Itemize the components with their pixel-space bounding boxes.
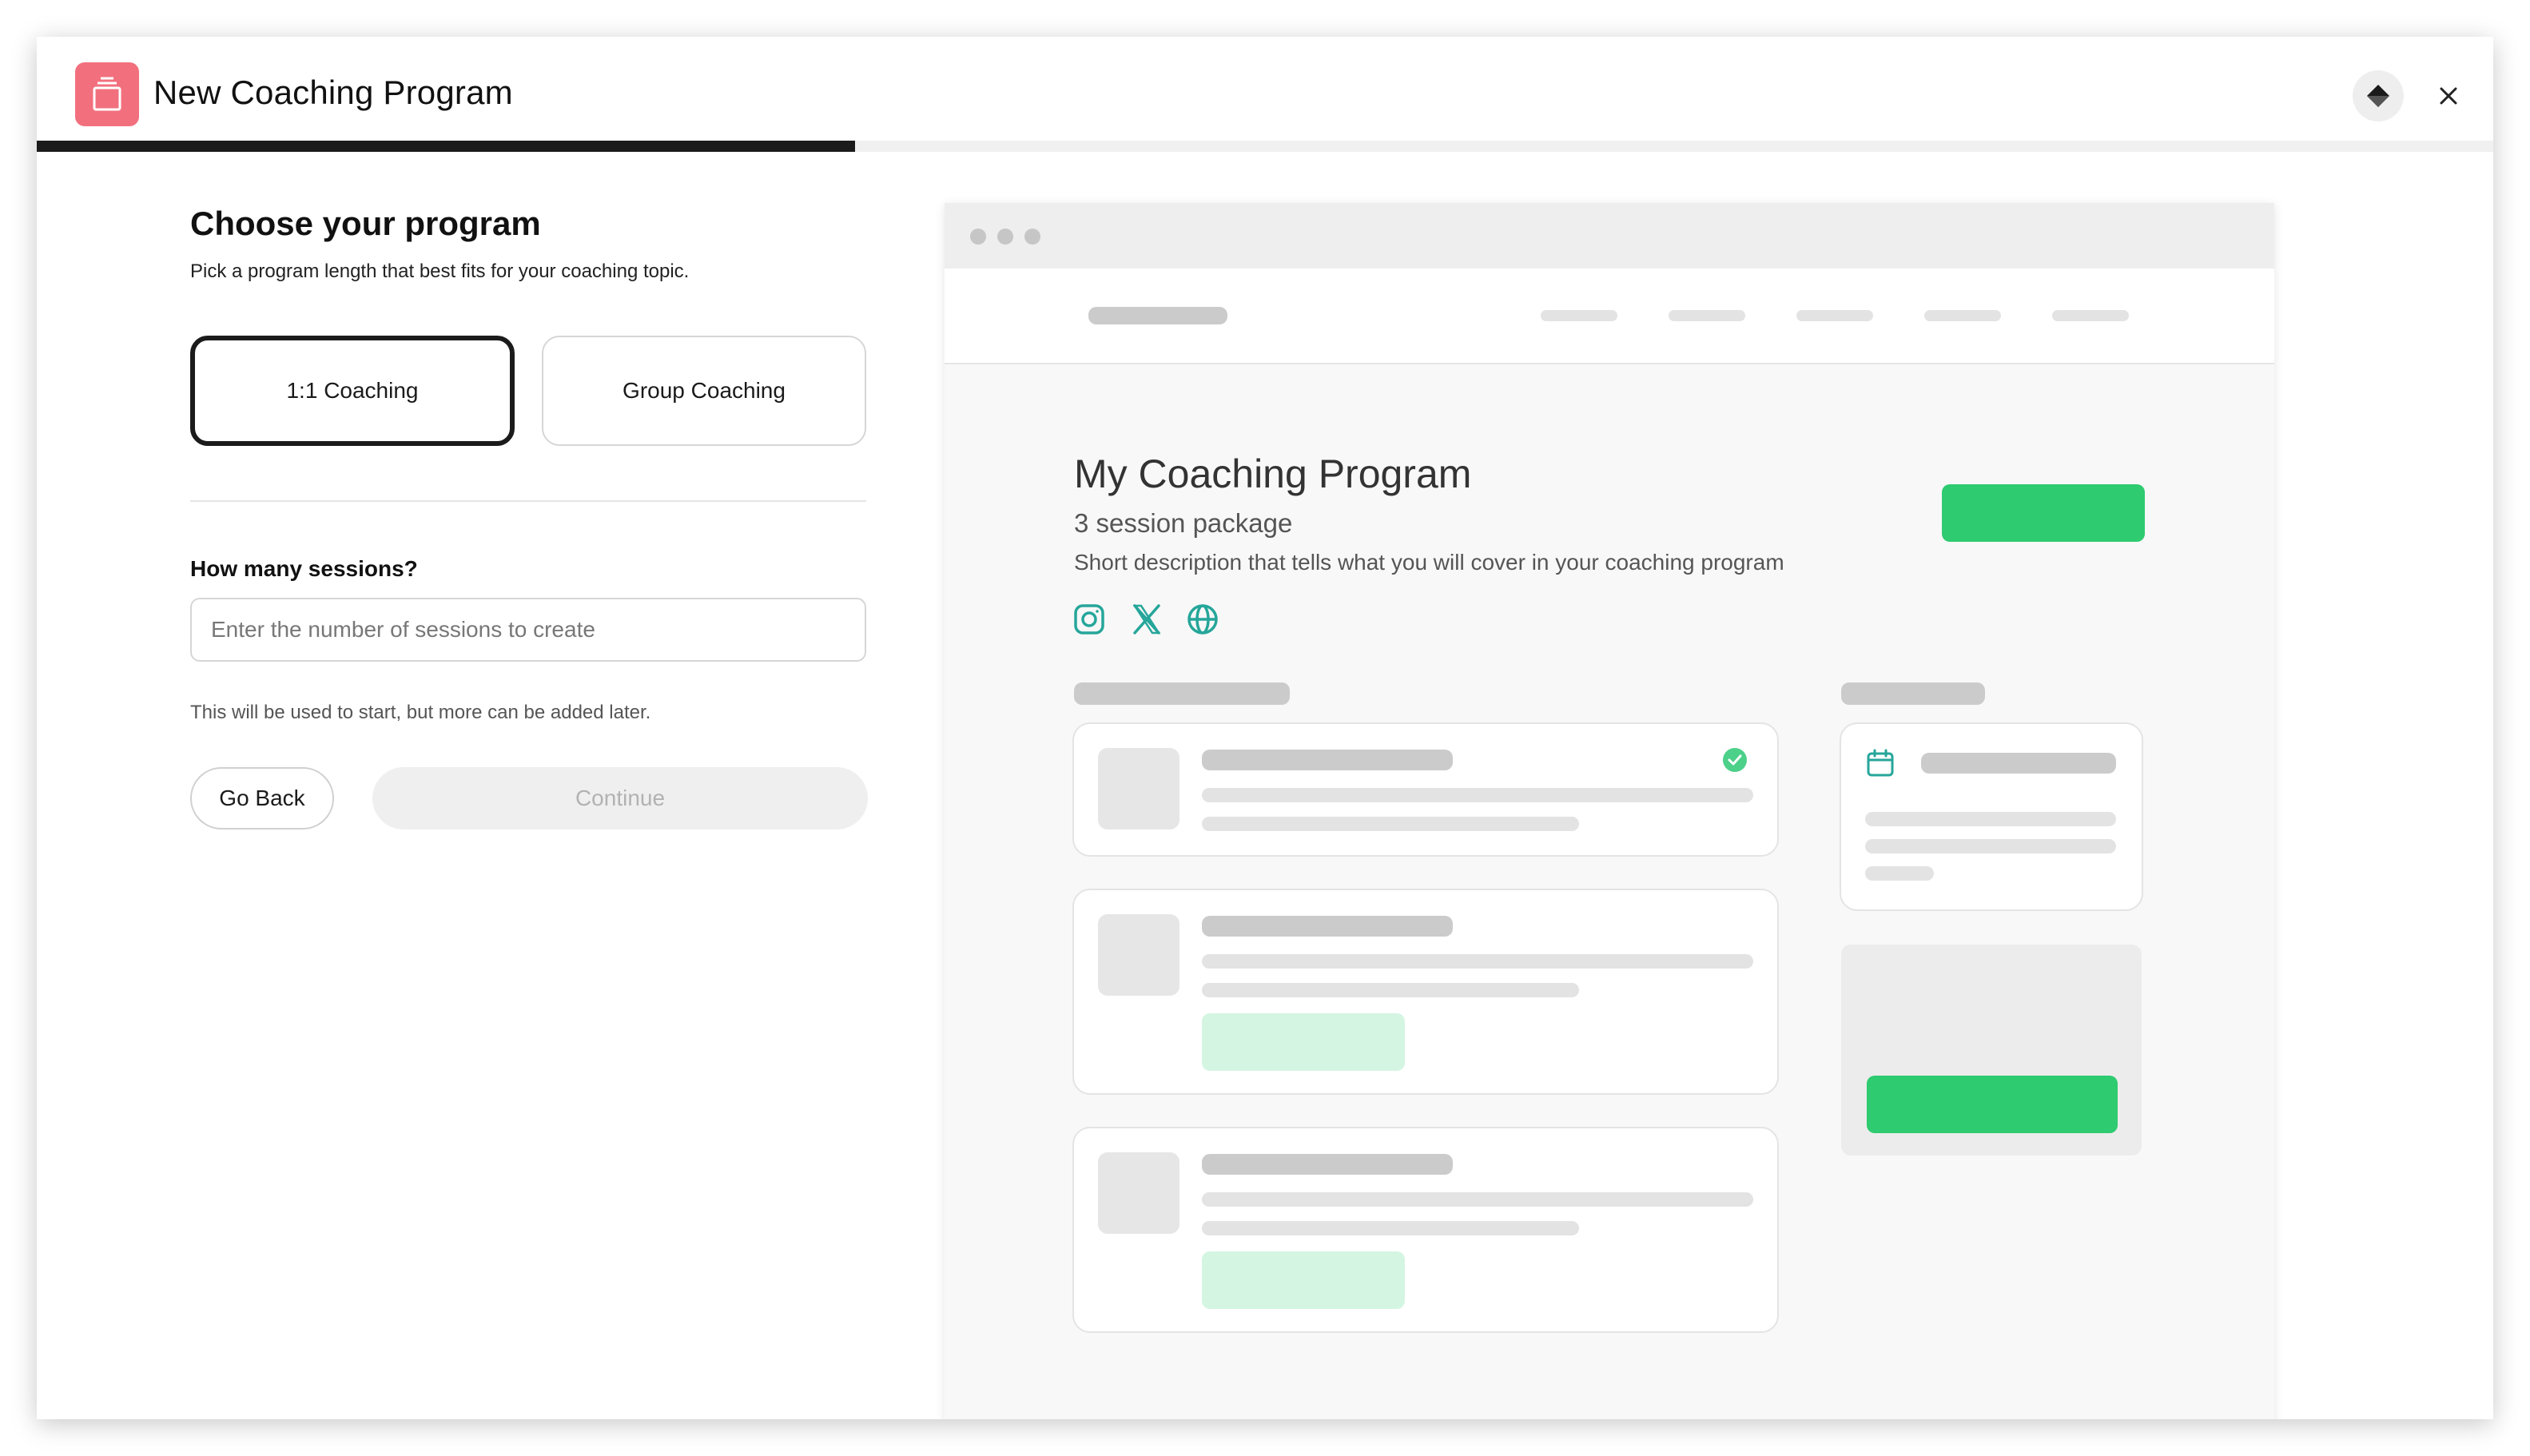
close-icon: [2440, 87, 2457, 105]
close-button[interactable]: [2429, 77, 2468, 115]
program-preview: My Coaching Program 3 session package Sh…: [945, 203, 2274, 1419]
form-divider: [190, 500, 866, 502]
browser-dot: [997, 229, 1013, 245]
step-progress-fill: [37, 141, 855, 152]
globe-icon: [1187, 604, 1218, 635]
sessions-label: How many sessions?: [190, 556, 418, 581]
schedule-text-placeholder: [1865, 812, 2116, 826]
diamond-icon: [2367, 85, 2389, 107]
program-app-icon: [75, 62, 139, 126]
booking-cta-placeholder: [1867, 1076, 2118, 1133]
schedule-card: [1840, 722, 2143, 911]
schedule-text-placeholder: [1865, 839, 2116, 853]
session-text-placeholder: [1202, 954, 1753, 969]
session-card: [1072, 722, 1779, 857]
section-heading-placeholder: [1074, 682, 1290, 705]
preview-description: Short description that tells what you wi…: [1074, 550, 1784, 575]
session-text-placeholder: [1202, 788, 1753, 802]
session-button-placeholder: [1202, 1251, 1405, 1309]
session-text-placeholder: [1202, 817, 1579, 831]
theme-toggle-button[interactable]: [2353, 70, 2404, 121]
session-title-placeholder: [1202, 1154, 1453, 1175]
session-thumb: [1098, 748, 1179, 829]
schedule-title-placeholder: [1921, 753, 2116, 774]
preview-cta-placeholder: [1942, 484, 2145, 542]
nav-placeholder: [1924, 310, 2001, 321]
continue-button[interactable]: Continue: [372, 767, 868, 829]
x-icon: [1132, 604, 1161, 635]
session-title-placeholder: [1202, 916, 1453, 937]
sessions-hint: This will be used to start, but more can…: [190, 702, 651, 723]
option-one-on-one[interactable]: 1:1 Coaching: [190, 336, 515, 446]
form-subheading: Pick a program length that best fits for…: [190, 261, 690, 282]
session-text-placeholder: [1202, 983, 1579, 997]
session-button-placeholder: [1202, 1013, 1405, 1071]
sessions-input[interactable]: [190, 598, 866, 662]
modal-title: New Coaching Program: [153, 74, 513, 111]
preview-navbar: [945, 269, 2274, 364]
form-heading: Choose your program: [190, 205, 541, 242]
session-card: [1072, 1127, 1779, 1333]
session-title-placeholder: [1202, 750, 1453, 770]
preview-package: 3 session package: [1074, 508, 1293, 538]
nav-placeholder: [1669, 310, 1745, 321]
nav-placeholder: [1541, 310, 1617, 321]
session-thumb: [1098, 1152, 1179, 1234]
session-thumb: [1098, 914, 1179, 996]
session-text-placeholder: [1202, 1221, 1579, 1235]
logo-placeholder: [1088, 307, 1227, 324]
browser-dot: [1024, 229, 1040, 245]
calendar-icon: [1867, 749, 1894, 777]
go-back-button[interactable]: Go Back: [190, 767, 334, 829]
new-program-modal: New Coaching Program Choose your program…: [37, 37, 2493, 1419]
step-progress-bar: [37, 141, 2493, 152]
session-text-placeholder: [1202, 1192, 1753, 1207]
session-card: [1072, 889, 1779, 1095]
schedule-text-placeholder: [1865, 866, 1934, 881]
option-group-coaching[interactable]: Group Coaching: [542, 336, 866, 446]
browser-chrome: [945, 203, 2274, 269]
section-heading-placeholder: [1841, 682, 1985, 705]
browser-dot: [970, 229, 986, 245]
preview-program-title: My Coaching Program: [1074, 452, 1472, 496]
instagram-icon: [1074, 604, 1104, 635]
check-circle-icon: [1723, 748, 1747, 772]
nav-placeholder: [2052, 310, 2129, 321]
nav-placeholder: [1796, 310, 1873, 321]
modal-header: New Coaching Program: [37, 37, 2493, 142]
